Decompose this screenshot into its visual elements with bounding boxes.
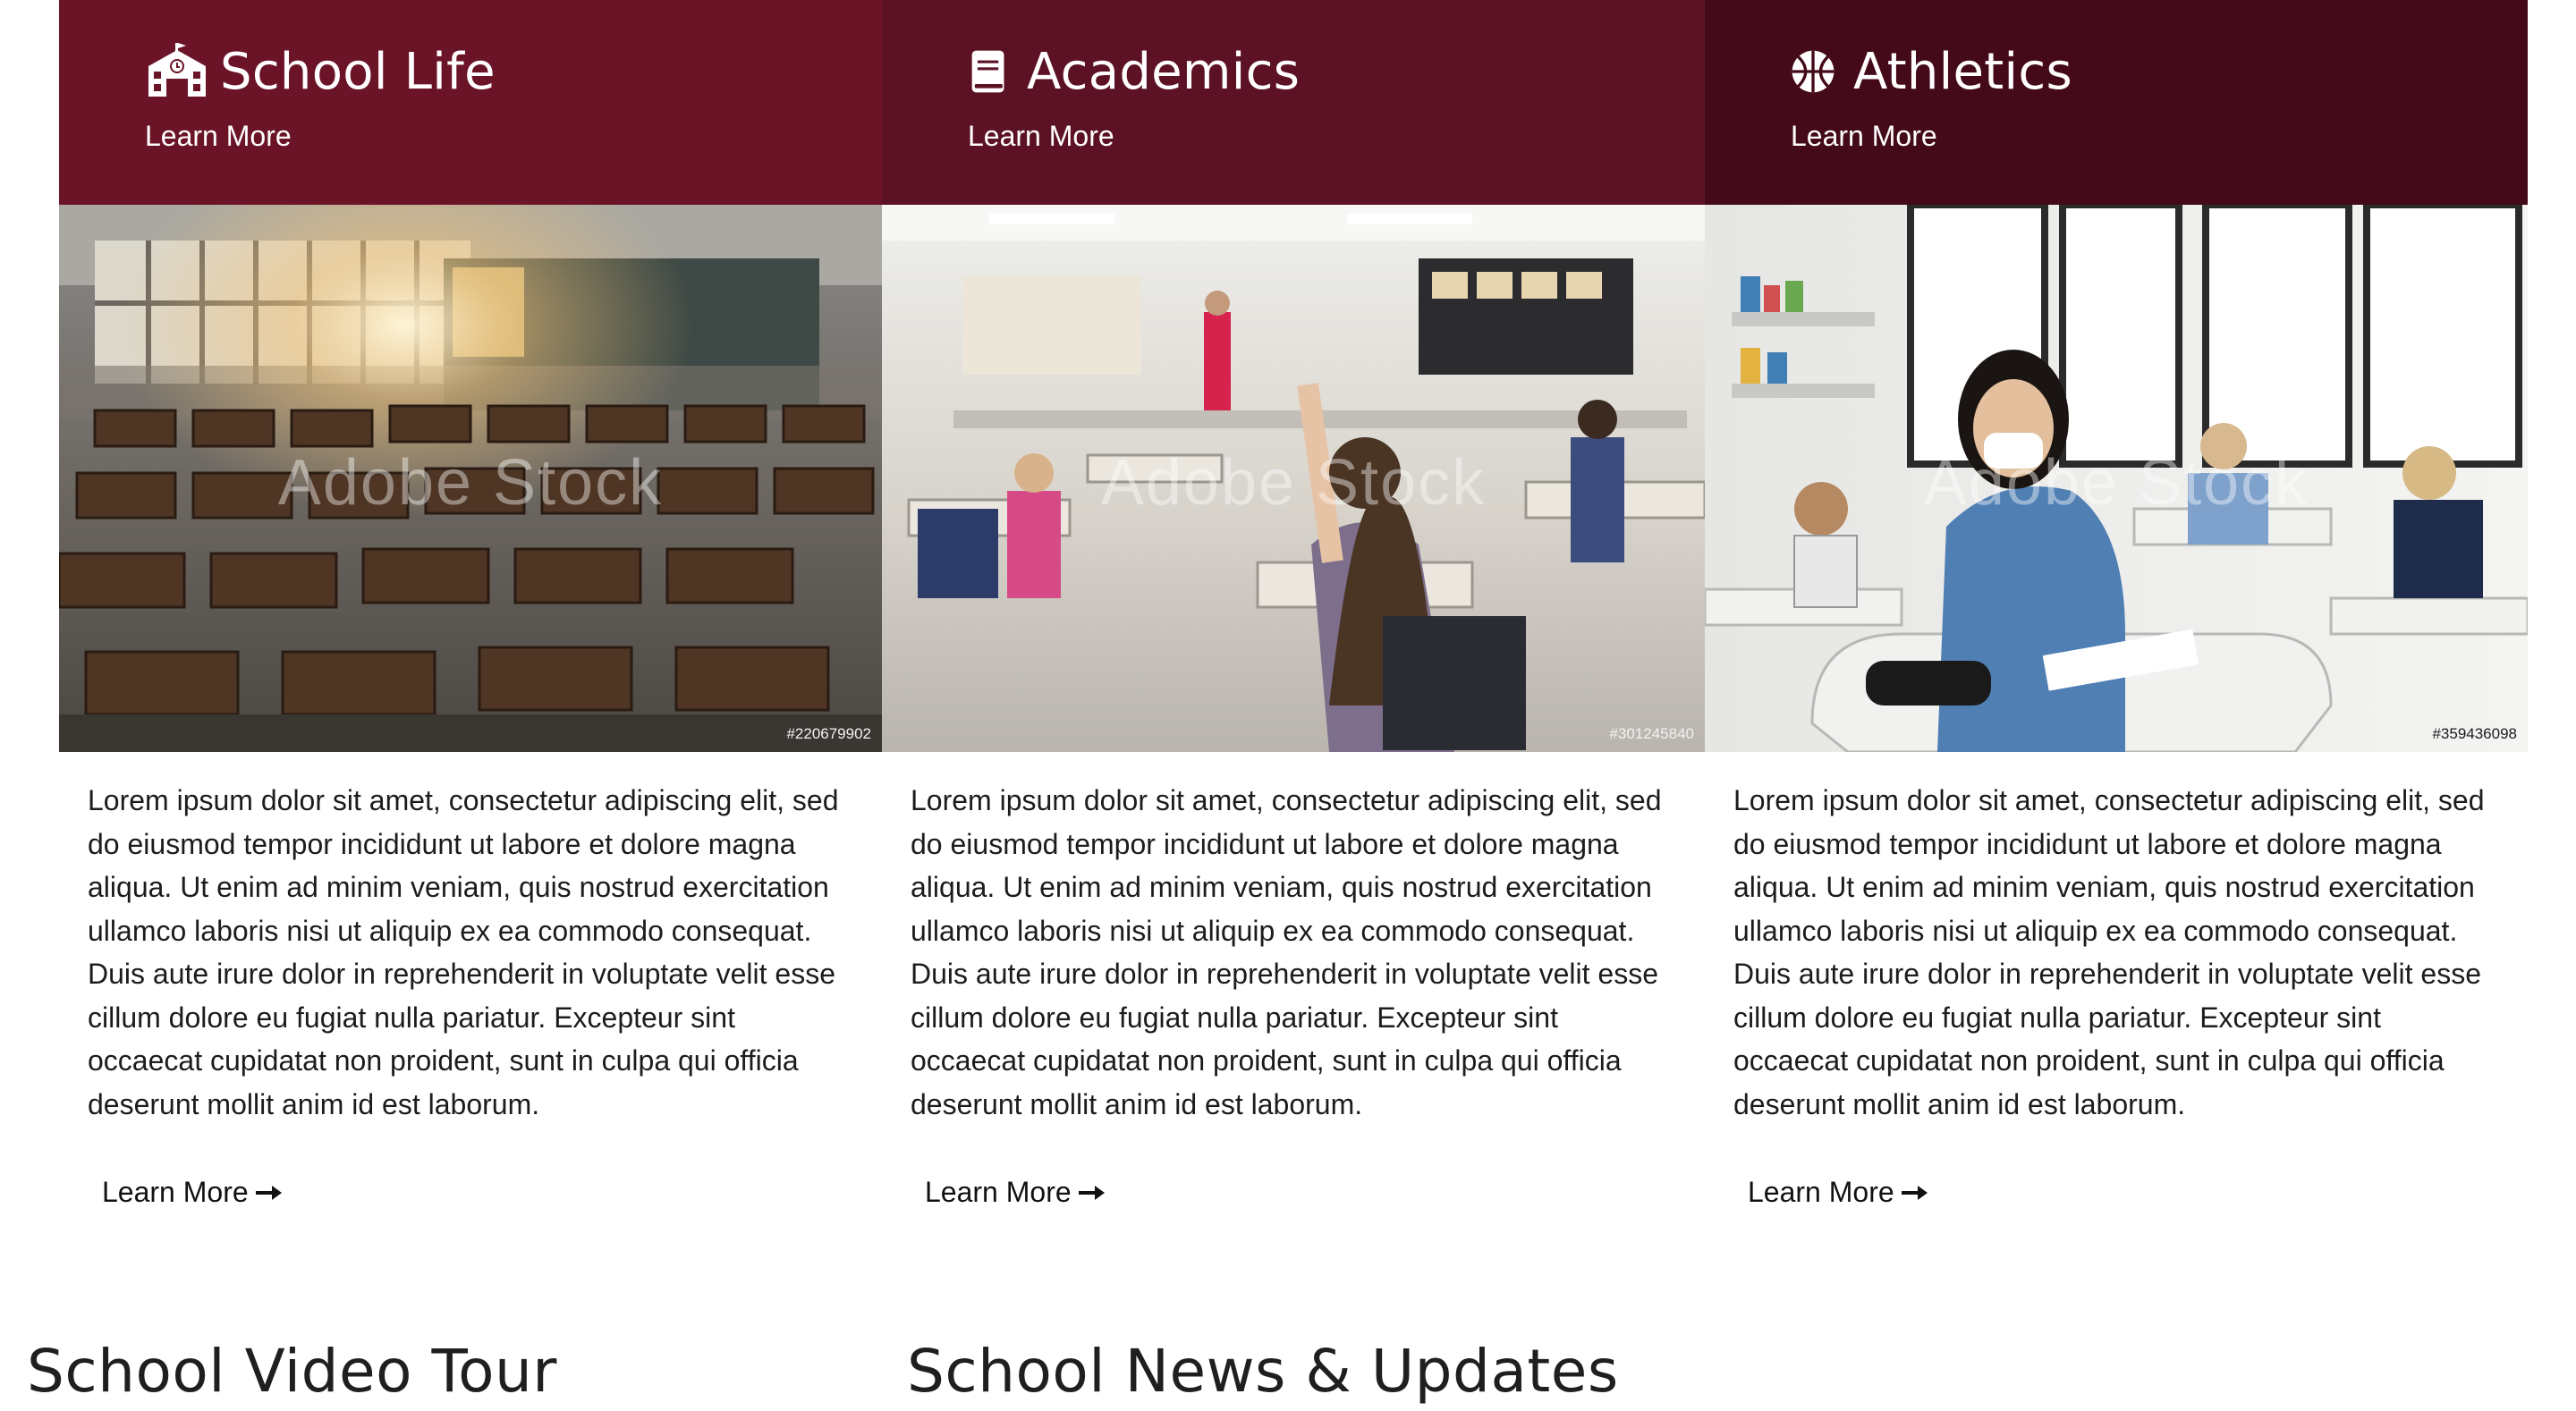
- card-title-row: School Life: [145, 42, 882, 101]
- stock-image-id: #359436098: [2432, 725, 2517, 742]
- card-description: Lorem ipsum dolor sit amet, consectetur …: [1733, 784, 2485, 1120]
- classroom-photo-masked-students: Adobe Stock #359436098: [1705, 205, 2528, 752]
- stock-image-id: #220679902: [786, 725, 871, 742]
- feature-cards: School Life Learn More Adobe Stock #2206…: [59, 0, 2528, 1270]
- stock-image-id: #301245840: [1609, 725, 1694, 742]
- card-learn-more-label: Learn More: [102, 1176, 249, 1208]
- card-header: Athletics Learn More: [1705, 0, 2528, 205]
- school-building-icon: [148, 43, 206, 97]
- page: School Life Learn More Adobe Stock #2206…: [0, 0, 2576, 1411]
- classroom-photo-empty: Adobe Stock #220679902: [59, 205, 882, 752]
- stock-watermark: Adobe Stock: [277, 447, 664, 519]
- card-description: Lorem ipsum dolor sit amet, consectetur …: [911, 784, 1662, 1120]
- card-header-learn-more-link[interactable]: Learn More: [968, 120, 1114, 153]
- book-icon: [971, 50, 1004, 93]
- card-header-learn-more-link[interactable]: Learn More: [1791, 120, 1937, 153]
- card-learn-more-link[interactable]: Learn More: [102, 1176, 882, 1209]
- classroom-photo-students: Adobe Stock #301245840: [882, 205, 1705, 752]
- card-learn-more-label: Learn More: [925, 1176, 1072, 1208]
- card-title: Academics: [1027, 42, 1301, 101]
- basketball-icon: [1792, 50, 1835, 93]
- video-tour-heading: School Video Tour: [27, 1337, 557, 1406]
- card-title-row: Academics: [968, 42, 1705, 101]
- card-school-life: School Life Learn More Adobe Stock #2206…: [59, 0, 882, 1270]
- card-title-row: Athletics: [1791, 42, 2528, 101]
- arrow-right-icon: [255, 1185, 282, 1200]
- card-learn-more-link[interactable]: Learn More: [925, 1176, 1705, 1209]
- card-header: Academics Learn More: [882, 0, 1705, 205]
- card-learn-more-label: Learn More: [1748, 1176, 1894, 1208]
- news-updates-heading: School News & Updates: [907, 1337, 1619, 1406]
- card-athletics: Athletics Learn More Adobe Stock #359436…: [1705, 0, 2528, 1270]
- stock-watermark: Adobe Stock: [1100, 447, 1487, 519]
- card-academics: Academics Learn More Adobe Stock #301245…: [882, 0, 1705, 1270]
- arrow-right-icon: [1901, 1185, 1928, 1200]
- card-header: School Life Learn More: [59, 0, 882, 205]
- card-title: Athletics: [1853, 42, 2072, 101]
- arrow-right-icon: [1078, 1185, 1105, 1200]
- card-description: Lorem ipsum dolor sit amet, consectetur …: [88, 784, 839, 1120]
- stock-watermark: Adobe Stock: [1923, 447, 2309, 519]
- card-header-learn-more-link[interactable]: Learn More: [145, 120, 292, 153]
- card-title: School Life: [220, 42, 496, 101]
- card-learn-more-link[interactable]: Learn More: [1748, 1176, 2528, 1209]
